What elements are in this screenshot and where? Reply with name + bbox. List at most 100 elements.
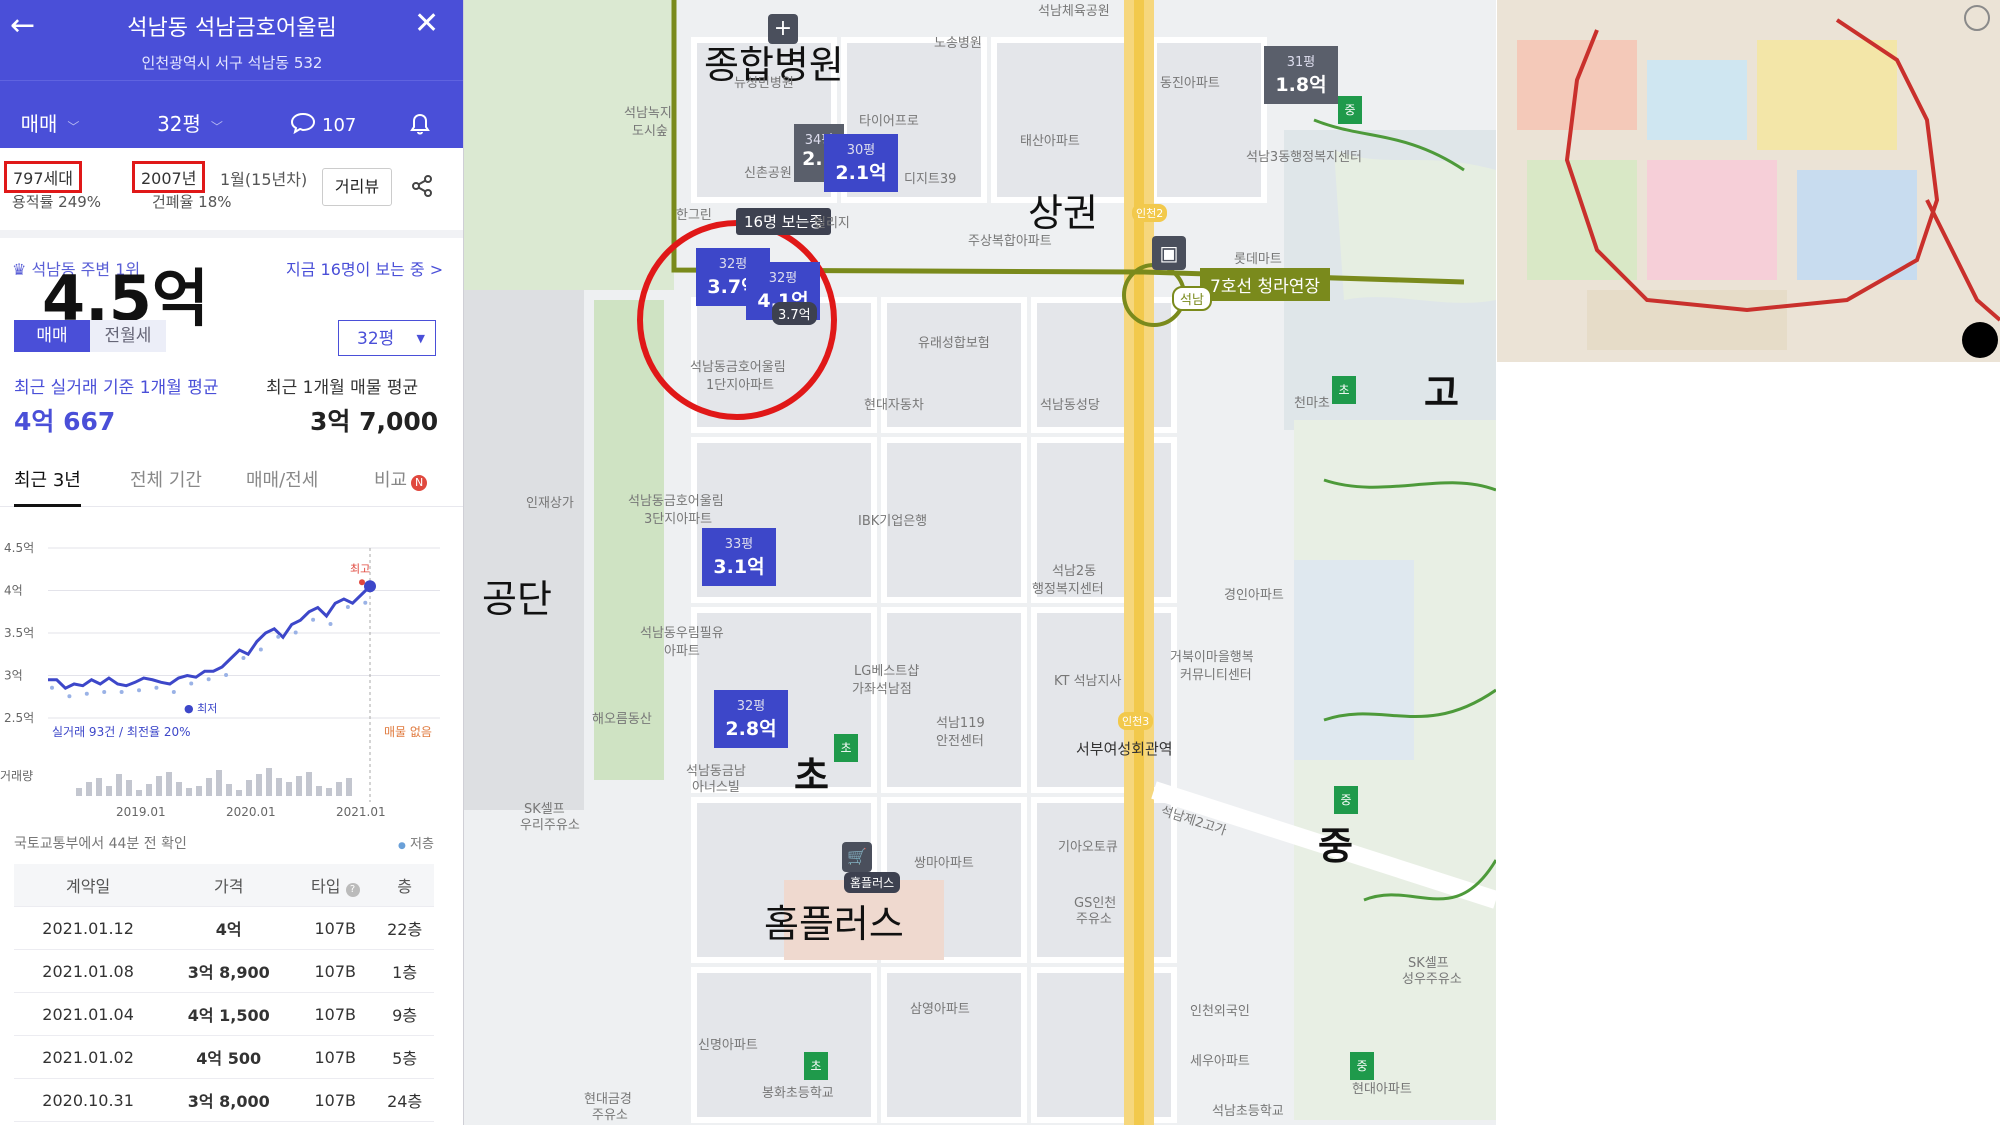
tab-compare[interactable]: 비교 N: [374, 466, 428, 492]
inset-plan-graphic: [1497, 0, 2000, 362]
tab-recent-3y[interactable]: 최근 3년: [14, 466, 81, 507]
col-floor: 층: [375, 864, 434, 907]
table-row[interactable]: 2020.10.31 3억 8,000 107B 24층: [14, 1078, 434, 1122]
deal-dot: [224, 673, 229, 677]
place-label: 1단지아파트: [706, 378, 775, 393]
volume-bar: [226, 784, 232, 796]
tab-sale[interactable]: 매매: [14, 320, 90, 352]
max-marker-label: 최고: [350, 562, 370, 575]
trade-type-label: 매매: [20, 112, 58, 136]
comment-icon: [290, 112, 315, 135]
deal-dot: [241, 656, 246, 660]
volume-label: 거래량: [0, 769, 33, 783]
y-tick-label: 2.5억: [4, 711, 34, 725]
min-marker-label: ● 최저: [184, 702, 217, 715]
place-label: 석남동우림필유: [640, 626, 724, 641]
volume-bar: [136, 790, 142, 796]
store-tag[interactable]: 홈플러스: [844, 872, 901, 893]
station-badge[interactable]: 인천3: [1118, 712, 1154, 730]
price-marker[interactable]: 30평 2.1억: [824, 134, 898, 192]
price-marker[interactable]: 32평 2.8억: [714, 690, 788, 748]
table-row[interactable]: 2021.01.04 4억 1,500 107B 9층: [14, 992, 434, 1036]
marker-size: 32평: [736, 699, 766, 714]
crown-icon: ♛: [12, 260, 27, 279]
notification-button[interactable]: [395, 81, 445, 149]
deal-dot: [276, 634, 281, 639]
summary-info: 797세대 용적률 249% 2007년 1월(15년차) 건폐율 18% 거리…: [0, 148, 463, 238]
close-icon[interactable]: ✕: [414, 6, 439, 41]
street-view-button[interactable]: 거리뷰: [322, 168, 392, 206]
tab-all-period[interactable]: 전체 기간: [130, 466, 202, 492]
deal-floor: 9층: [375, 992, 434, 1036]
school-flag-icon: 초: [804, 1052, 828, 1080]
sort-label[interactable]: ● 저층: [398, 833, 434, 852]
back-arrow-icon[interactable]: ←: [10, 8, 35, 43]
trade-type-dropdown[interactable]: 매매 ﹀: [0, 81, 100, 149]
listing-avg-value: 3억 7,000: [310, 407, 439, 436]
source-note: 국토교통부에서 44분 전 확인: [14, 836, 187, 852]
place-label: 태산아파트: [1020, 134, 1080, 149]
tab-rent[interactable]: 전월세: [90, 320, 166, 352]
volume-bar: [216, 770, 222, 796]
place-label: 인재상가: [526, 496, 574, 511]
x-tick-label: 2021.01: [336, 805, 386, 819]
map-view[interactable]: 종합병원 상권 공단 초 홈플러스 고 중 16명 보는중 7호선 청라연장 ▣…: [464, 0, 1496, 1125]
x-tick-label: 2019.01: [116, 805, 166, 819]
place-label: 주상복합아파트: [968, 234, 1052, 249]
volume-bar: [86, 782, 92, 796]
deal-type: 107B: [295, 1078, 376, 1122]
place-label: KT 석남지사: [1054, 674, 1122, 689]
table-row[interactable]: 2021.01.02 4억 500 107B 5층: [14, 1035, 434, 1079]
place-label: 3단지아파트: [644, 512, 713, 527]
size-select[interactable]: 32평 ▼: [338, 320, 436, 356]
station-badge[interactable]: 인천2: [1132, 204, 1168, 222]
subway-icon: ▣: [1152, 236, 1186, 270]
marker-size: 30평: [846, 143, 876, 158]
place-label: 서부여성회관역: [1076, 740, 1173, 758]
deal-date: 2021.01.02: [14, 1035, 163, 1079]
marker-size: 32평: [768, 271, 798, 286]
annotation-commercial: 상권: [1028, 191, 1098, 235]
chevron-down-icon: ﹀: [210, 120, 223, 134]
volume-bar: [326, 788, 332, 796]
deal-dot: [102, 690, 107, 694]
deal-dot: [363, 600, 368, 605]
place-label: 안전센터: [936, 734, 984, 749]
table-row[interactable]: 2021.01.08 3억 8,900 107B 1층: [14, 949, 434, 993]
chart-footer-left: 실거래 93건 / 최전율 20%: [52, 725, 191, 739]
deal-dot: [84, 691, 89, 696]
tab-sale-jeonse[interactable]: 매매/전세: [246, 466, 318, 492]
comments-button[interactable]: 107: [278, 81, 368, 149]
small-price-tag[interactable]: 3.7억: [772, 302, 817, 325]
station-label[interactable]: 석남: [1172, 286, 1212, 311]
period-tabs: 최근 3년 전체 기간 매매/전세 비교 N: [0, 458, 463, 507]
price-marker[interactable]: 31평 1.8억: [1264, 46, 1338, 104]
help-icon[interactable]: ?: [345, 883, 360, 897]
place-label: 석남체육공원: [1038, 4, 1110, 19]
place-label: 현대아파트: [1352, 1082, 1412, 1097]
place-label: 타이어프로: [859, 114, 919, 129]
deal-dot: [67, 694, 72, 699]
deal-date: 2021.01.12: [14, 906, 163, 950]
built-year: 2007년: [132, 161, 206, 193]
watching-link[interactable]: 지금 16명이 보는 중 >: [286, 256, 443, 280]
built-month: 1월(15년차): [220, 170, 308, 189]
marker-size: 33평: [724, 537, 754, 552]
share-icon[interactable]: [410, 174, 434, 198]
size-dropdown[interactable]: 32평 ﹀: [130, 81, 250, 149]
price-marker[interactable]: 33평 3.1억: [702, 528, 776, 586]
deals-table: 계약일 가격 타입 ? 층 2021.01.12 4억 107B 22층 2021.01…: [14, 864, 434, 1122]
table-row[interactable]: 2021.01.12 4억 107B 22층: [14, 906, 434, 950]
property-title: 석남동 석남금호어울림: [127, 16, 337, 41]
volume-bar: [276, 778, 282, 796]
y-tick-label: 3억: [4, 669, 23, 683]
recent-avg-label: 최근 실거래 기준 1개월 평균: [14, 378, 219, 398]
place-label: 석남녹지: [624, 106, 672, 121]
inset-plan-map: [1497, 0, 2000, 362]
volume-bar: [286, 782, 292, 796]
volume-bar: [176, 782, 182, 796]
annotation-elementary: 초: [794, 754, 829, 798]
place-label: 거북이마을행복: [1170, 650, 1254, 665]
size-select-value: 32평: [357, 329, 395, 349]
place-label: 아파트: [664, 644, 700, 659]
